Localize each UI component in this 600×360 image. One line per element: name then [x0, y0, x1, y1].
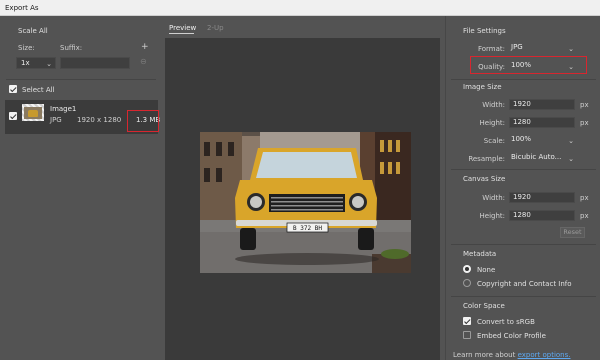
window-title-bar: Export As	[0, 0, 600, 16]
format-label: Format:	[477, 45, 505, 53]
car-windshield	[256, 152, 357, 178]
image-width-input[interactable]: 1920	[509, 99, 575, 110]
asset-thumbnail	[22, 104, 44, 121]
file-settings-title: File Settings	[463, 27, 506, 35]
scale-all-title: Scale All	[18, 27, 48, 35]
divider	[451, 79, 596, 80]
license-plate-text: B 372 ВН	[293, 225, 322, 232]
chevron-down-icon: ⌄	[568, 45, 574, 53]
select-all-label: Select All	[22, 86, 55, 94]
size-label: Size:	[18, 44, 35, 52]
grille-bar	[271, 205, 343, 207]
building-window	[204, 168, 210, 182]
image-width-label: Width:	[482, 101, 505, 109]
building-stripe	[380, 140, 384, 152]
reset-button[interactable]: Reset	[560, 227, 585, 238]
thumbnail-car	[28, 110, 38, 117]
chevron-down-icon: ⌄	[568, 137, 574, 145]
canvas-width-unit: px	[580, 194, 589, 202]
canvas-height-input[interactable]: 1280	[509, 210, 575, 221]
divider	[451, 244, 596, 245]
image-height-label: Height:	[479, 119, 506, 127]
scale-label: Scale:	[483, 137, 505, 145]
remove-scale-icon[interactable]: ⊖	[140, 57, 147, 66]
canvas-height-label: Height:	[479, 212, 506, 220]
asset-dimensions: 1920 x 1280	[77, 116, 122, 124]
thumbnail-photo	[24, 107, 42, 119]
window-title: Export As	[5, 4, 39, 12]
building-stripe	[388, 162, 392, 174]
canvas-width-input[interactable]: 1920	[509, 192, 575, 203]
left-divider	[6, 79, 156, 80]
building-stripe	[388, 140, 392, 152]
left-panel: Scale All Size: Suffix: + 1x ⌄ ⊖ Select …	[0, 16, 160, 360]
scale-percent-select[interactable]: 100% ⌄	[507, 133, 577, 145]
image-height-input[interactable]: 1280	[509, 117, 575, 128]
convert-srgb-checkbox[interactable]	[463, 317, 471, 325]
asset-name: Image1	[50, 105, 77, 113]
grille-bar	[271, 201, 343, 203]
grille-bar	[271, 197, 343, 199]
learn-more-text: Learn more about export options.	[453, 351, 571, 359]
preview-photo: B 372 ВН	[200, 132, 411, 273]
format-select[interactable]: JPG ⌄	[507, 41, 577, 53]
suffix-label: Suffix:	[60, 44, 83, 52]
embed-profile-label: Embed Color Profile	[477, 332, 546, 340]
settings-panel: File Settings Format: JPG ⌄ Quality: 100…	[445, 16, 600, 360]
image-height-unit: px	[580, 119, 589, 127]
scale-percent-value: 100%	[511, 135, 532, 143]
file-size-highlight	[127, 110, 159, 132]
building-stripe	[380, 162, 384, 174]
chevron-down-icon: ⌄	[46, 60, 52, 68]
scale-select[interactable]: 1x ⌄	[16, 57, 56, 69]
building-window	[216, 142, 222, 156]
divider	[451, 296, 596, 297]
color-space-title: Color Space	[463, 302, 505, 310]
metadata-copyright-label: Copyright and Contact Info	[477, 280, 572, 288]
metadata-none-label: None	[477, 266, 496, 274]
building-window	[228, 142, 234, 156]
select-all-checkbox[interactable]	[9, 85, 17, 93]
resample-select[interactable]: Bicubic Auto... ⌄	[507, 151, 577, 163]
tab-preview[interactable]: Preview	[169, 24, 196, 32]
grille-bar	[271, 209, 343, 211]
building-stripe	[396, 162, 400, 174]
car-headlight-right-lens	[352, 196, 364, 208]
asset-format: JPG	[50, 116, 62, 124]
embed-profile-checkbox[interactable]	[463, 331, 471, 339]
quality-highlight	[470, 56, 587, 74]
car-wheel-left	[240, 228, 256, 250]
suffix-input[interactable]	[60, 57, 130, 69]
tab-preview-underline	[169, 33, 194, 34]
building-window	[216, 168, 222, 182]
tab-2-up[interactable]: 2-Up	[207, 24, 224, 32]
chevron-down-icon: ⌄	[568, 155, 574, 163]
image-width-unit: px	[580, 101, 589, 109]
learn-more-prefix: Learn more about	[453, 351, 516, 359]
preview-panel: Preview 2-Up B 372 ВН	[160, 16, 445, 360]
resample-label: Resample:	[468, 155, 505, 163]
convert-srgb-label: Convert to sRGB	[477, 318, 535, 326]
metadata-none-radio[interactable]	[463, 265, 471, 273]
car-wheel-right	[358, 228, 374, 250]
planter-plants	[381, 249, 409, 259]
add-scale-icon[interactable]: +	[141, 42, 149, 52]
building-window	[204, 142, 210, 156]
building-stripe	[396, 140, 400, 152]
resample-select-value: Bicubic Auto...	[511, 153, 562, 161]
divider	[451, 169, 596, 170]
metadata-title: Metadata	[463, 250, 497, 258]
metadata-copyright-radio[interactable]	[463, 279, 471, 287]
image-size-title: Image Size	[463, 83, 502, 91]
export-options-link[interactable]: export options.	[518, 351, 571, 359]
car-shadow	[235, 253, 379, 265]
scale-select-value: 1x	[21, 59, 30, 67]
asset-checkbox[interactable]	[9, 112, 17, 120]
canvas-width-label: Width:	[482, 194, 505, 202]
preview-canvas: B 372 ВН	[165, 38, 440, 360]
canvas-height-unit: px	[580, 212, 589, 220]
canvas-size-title: Canvas Size	[463, 175, 506, 183]
car-headlight-left-lens	[250, 196, 262, 208]
format-select-value: JPG	[511, 43, 523, 51]
